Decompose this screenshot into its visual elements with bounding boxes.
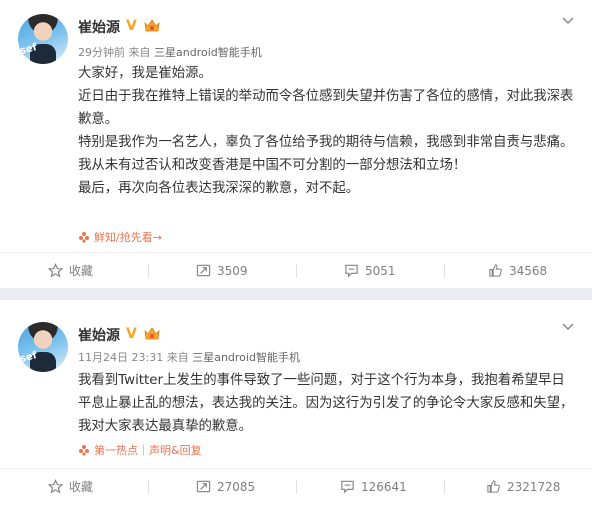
- crown-badge-icon[interactable]: [144, 19, 160, 33]
- divider: [296, 264, 297, 278]
- like-count: 34568: [509, 264, 548, 278]
- favorite-button[interactable]: 收藏: [48, 253, 93, 289]
- comment-count: 126641: [361, 480, 407, 494]
- username[interactable]: 崔始源: [78, 17, 120, 37]
- post-body: 我看到Twitter上发生的事件导致了一些问题，对于这个行为本身，我抱着希望早日…: [78, 369, 578, 438]
- username[interactable]: 崔始源: [78, 325, 120, 345]
- comment-button[interactable]: 126641: [340, 469, 407, 505]
- repost-icon: [196, 480, 211, 493]
- comment-icon: [341, 480, 354, 494]
- post-time[interactable]: 11月24日 23:31: [78, 351, 163, 364]
- post-meta: 11月24日 23:31 来自 三星android智能手机: [78, 349, 300, 365]
- source-prefix: 来自: [128, 46, 151, 59]
- chevron-down-icon[interactable]: [562, 14, 574, 26]
- repost-count: 3509: [217, 264, 248, 278]
- like-button[interactable]: 34568: [488, 253, 547, 289]
- favorite-label: 收藏: [69, 480, 94, 494]
- post-time[interactable]: 29分钟前: [78, 46, 125, 59]
- verified-v-icon: V: [126, 18, 137, 34]
- post-device[interactable]: 三星android智能手机: [192, 351, 300, 364]
- divider: [444, 480, 445, 494]
- comment-button[interactable]: 5051: [344, 253, 396, 289]
- post-paragraph: 最后，再次向各位表达我深深的歉意，对不起。: [78, 181, 360, 196]
- favorite-button[interactable]: 收藏: [48, 469, 93, 505]
- post-device[interactable]: 三星android智能手机: [154, 46, 262, 59]
- post-paragraph: 大家好，我是崔始源。: [78, 66, 212, 81]
- topic-tag-label: 鲜知/抢先看→: [94, 231, 162, 244]
- topic-icon: [79, 232, 89, 243]
- source-prefix: 来自: [166, 351, 189, 364]
- like-button[interactable]: 2321728: [486, 469, 560, 505]
- weibo-post-1: sef 崔始源 V 29分钟前 来自 三星android智能手机 大家好，我是崔…: [0, 0, 592, 288]
- topic-tag[interactable]: 鲜知/抢先看→: [78, 229, 162, 245]
- repost-button[interactable]: 27085: [196, 469, 255, 505]
- star-icon: [48, 263, 63, 278]
- weibo-post-2: sef 崔始源 V 11月24日 23:31 来自 三星android智能手机 …: [0, 300, 592, 512]
- repost-icon: [196, 264, 211, 277]
- comment-count: 5051: [365, 264, 396, 278]
- like-icon: [489, 264, 502, 277]
- divider: [296, 480, 297, 494]
- like-count: 2321728: [507, 480, 561, 494]
- action-bar: 收藏 3509 5051 34568: [0, 252, 592, 289]
- repost-count: 27085: [217, 480, 256, 494]
- favorite-label: 收藏: [69, 264, 94, 278]
- post-paragraph: 我看到Twitter上发生的事件导致了一些问题，对于这个行为本身，我抱着希望早日…: [78, 373, 574, 434]
- post-paragraph: 近日由于我在推特上错误的举动而令各位感到失望并伤害了各位的感情，对此我深表歉意。: [78, 89, 574, 127]
- post-body: 大家好，我是崔始源。 近日由于我在推特上错误的举动而令各位感到失望并伤害了各位的…: [78, 62, 578, 200]
- topic-tag-label: 第一热点｜声明&回复: [94, 444, 202, 457]
- divider: [444, 264, 445, 278]
- topic-icon: [79, 445, 89, 456]
- action-bar: 收藏 27085 126641 2321728: [0, 468, 592, 505]
- repost-button[interactable]: 3509: [196, 253, 248, 289]
- topic-tag[interactable]: 第一热点｜声明&回复: [78, 442, 202, 458]
- avatar[interactable]: sef: [18, 14, 68, 64]
- verified-v-icon: V: [126, 326, 137, 342]
- post-meta: 29分钟前 来自 三星android智能手机: [78, 44, 262, 60]
- comment-icon: [345, 264, 358, 278]
- divider: [148, 264, 149, 278]
- chevron-down-icon[interactable]: [562, 320, 574, 332]
- crown-badge-icon[interactable]: [144, 327, 160, 341]
- avatar[interactable]: sef: [18, 322, 68, 372]
- divider: [148, 480, 149, 494]
- post-paragraph: 特别是我作为一名艺人，辜负了各位给予我的期待与信赖，我感到非常自责与悲痛。: [78, 135, 574, 150]
- like-icon: [487, 480, 500, 493]
- post-paragraph: 我从未有过否认和改变香港是中国不可分割的一部分想法和立场！: [78, 158, 467, 173]
- star-icon: [48, 479, 63, 494]
